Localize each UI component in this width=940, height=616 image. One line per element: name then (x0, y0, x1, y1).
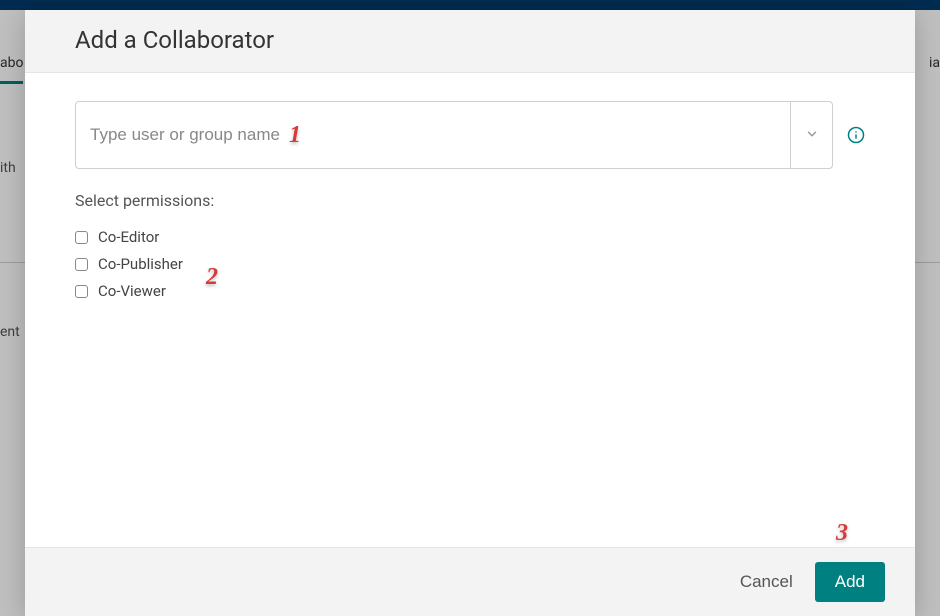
permission-label: Co-Viewer (98, 282, 166, 300)
permission-item: Co-Viewer (75, 282, 865, 300)
search-row (75, 101, 865, 169)
permission-label: Co-Publisher (98, 255, 183, 273)
dialog-footer: Cancel Add (25, 547, 915, 616)
permissions-list: Co-Editor Co-Publisher Co-Viewer (75, 228, 865, 300)
dialog-title: Add a Collaborator (75, 26, 865, 54)
combobox-toggle[interactable] (790, 102, 832, 168)
permission-label: Co-Editor (98, 228, 159, 246)
add-collaborator-dialog: Add a Collaborator Select permissions: (25, 10, 915, 616)
permissions-label: Select permissions: (75, 191, 865, 210)
co-editor-checkbox[interactable] (75, 231, 88, 244)
add-button[interactable]: Add (815, 562, 885, 602)
modal-overlay: Add a Collaborator Select permissions: (0, 0, 940, 616)
co-viewer-checkbox[interactable] (75, 285, 88, 298)
user-group-combobox[interactable] (75, 101, 833, 169)
permission-item: Co-Editor (75, 228, 865, 246)
permission-item: Co-Publisher (75, 255, 865, 273)
info-icon[interactable] (847, 126, 865, 144)
co-publisher-checkbox[interactable] (75, 258, 88, 271)
cancel-button[interactable]: Cancel (740, 572, 793, 592)
dialog-header: Add a Collaborator (25, 10, 915, 73)
user-group-input[interactable] (76, 102, 790, 168)
chevron-down-icon (805, 126, 819, 145)
dialog-body: Select permissions: Co-Editor Co-Publish… (25, 73, 915, 547)
